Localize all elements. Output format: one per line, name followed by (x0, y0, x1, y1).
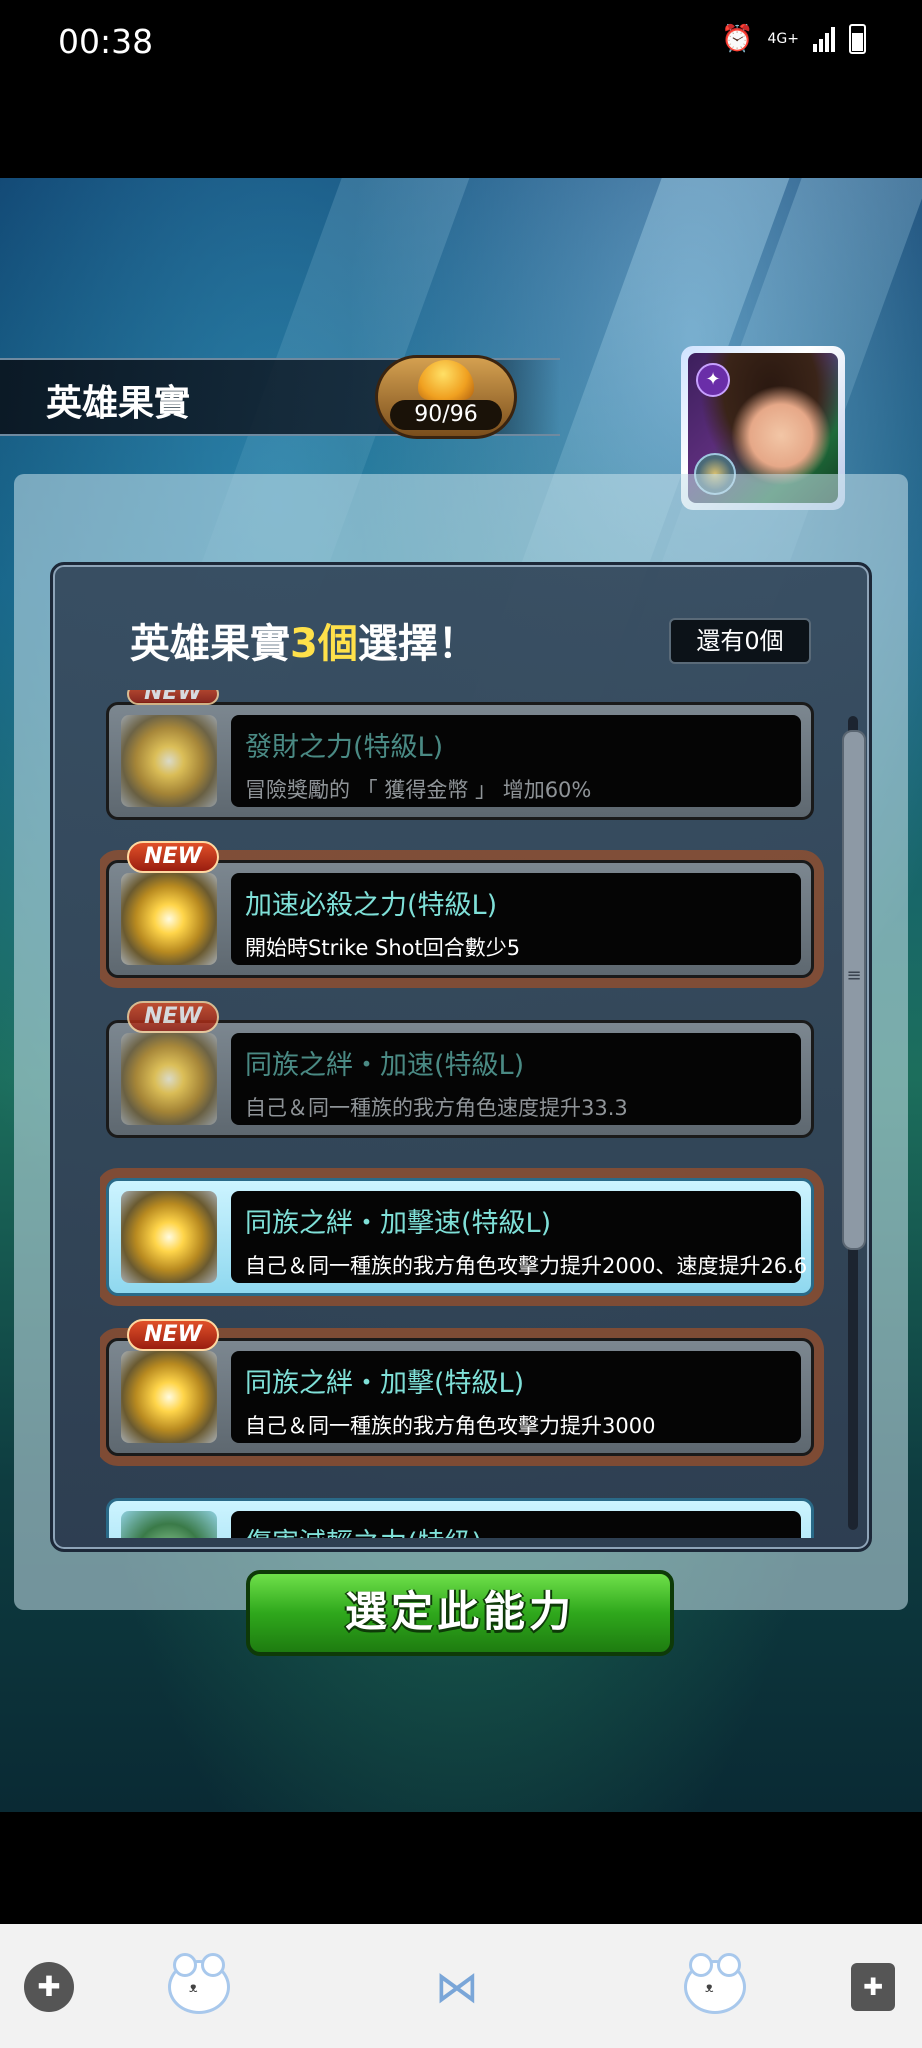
ability-shield-icon (121, 1511, 217, 1538)
new-badge: NEW (127, 690, 219, 705)
ability-list[interactable]: 發財之力(特級L) 冒險獎勵的 「 獲得金幣 」 增加60% NEW 加速必殺之… (100, 690, 830, 1538)
bear-icon[interactable]: ᴥ (164, 1952, 234, 2022)
page-title: 英雄果實 (46, 383, 191, 424)
network-icon: 4G+ (767, 31, 800, 47)
status-time: 00:38 (58, 22, 154, 61)
ability-desc: 冒險獎勵的 「 獲得金幣 」 增加60% (245, 778, 592, 802)
ability-orb-icon (121, 873, 217, 965)
confirm-ability-button[interactable]: 選定此能力 (246, 1570, 674, 1656)
ability-name: 同族之絆・加擊(特級L) (245, 1368, 525, 1399)
bow-icon[interactable]: ⋈ (422, 1952, 492, 2022)
ability-option[interactable]: 同族之絆・加速(特級L) 自己＆同一種族的我方角色速度提升33.3 NEW (106, 1001, 814, 1138)
ability-name: 傷害減輕之力(特級) (245, 1521, 787, 1538)
status-bar: 00:38 ⏰ 4G+ (0, 0, 922, 178)
new-badge: NEW (127, 1001, 219, 1033)
bottom-nav: ✚ ᴥ ⋈ ᴥ ✚ (0, 1924, 922, 2048)
ability-desc: 自己＆同一種族的我方角色速度提升33.3 (245, 1096, 628, 1120)
fruit-counter: 90/96 (375, 355, 517, 439)
ability-desc: 自己＆同一種族的我方角色攻擊力提升3000 (245, 1414, 656, 1438)
battery-icon (849, 24, 866, 54)
panel-heading: 英雄果實3個選擇！ (130, 621, 478, 667)
gamepad-icon[interactable]: ✚ (14, 1952, 84, 2022)
remaining-badge: 還有0個 (669, 618, 811, 664)
ability-option[interactable]: 發財之力(特級L) 冒險獎勵的 「 獲得金幣 」 增加60% NEW (106, 690, 814, 820)
element-badge-icon: ✦ (696, 363, 730, 397)
heading-count: 3個 (290, 621, 358, 667)
ability-name: 加速必殺之力(特級L) (245, 890, 498, 921)
grip-icon: ≡ (846, 965, 862, 986)
bag-icon[interactable]: ✚ (838, 1952, 908, 2022)
ability-orb-icon (121, 1351, 217, 1443)
new-badge: NEW (127, 1319, 219, 1351)
ability-desc: 自己＆同一種族的我方角色攻擊力提升2000、速度提升26.6 (245, 1254, 808, 1278)
new-badge: NEW (127, 841, 219, 873)
ability-name: 同族之絆・加擊速(特級L) (245, 1208, 552, 1239)
ability-desc: 開始時Strike Shot回合數少5 (245, 936, 521, 960)
ability-option[interactable]: 傷害減輕之力(特級) (106, 1498, 814, 1538)
status-icons: ⏰ 4G+ (721, 24, 866, 54)
ability-option[interactable]: 同族之絆・加擊(特級L) 自己＆同一種族的我方角色攻擊力提升3000 NEW (106, 1319, 814, 1456)
fruit-count: 90/96 (414, 402, 478, 427)
bear-icon[interactable]: ᴥ (680, 1952, 750, 2022)
signal-icon (813, 26, 835, 52)
ability-orb-icon (121, 715, 217, 807)
ability-option-selected[interactable]: 同族之絆・加擊速(特級L) 自己＆同一種族的我方角色攻擊力提升2000、速度提升… (106, 1178, 814, 1296)
ability-name: 同族之絆・加速(特級L) (245, 1050, 525, 1081)
ability-option[interactable]: 加速必殺之力(特級L) 開始時Strike Shot回合數少5 NEW (106, 841, 814, 978)
ability-orb-icon (121, 1191, 217, 1283)
hero-fruit-icon (418, 360, 474, 400)
ability-name: 發財之力(特級L) (245, 732, 444, 763)
alarm-icon: ⏰ (721, 24, 754, 54)
bottom-letterbox (0, 1812, 922, 1924)
ability-orb-icon (121, 1033, 217, 1125)
